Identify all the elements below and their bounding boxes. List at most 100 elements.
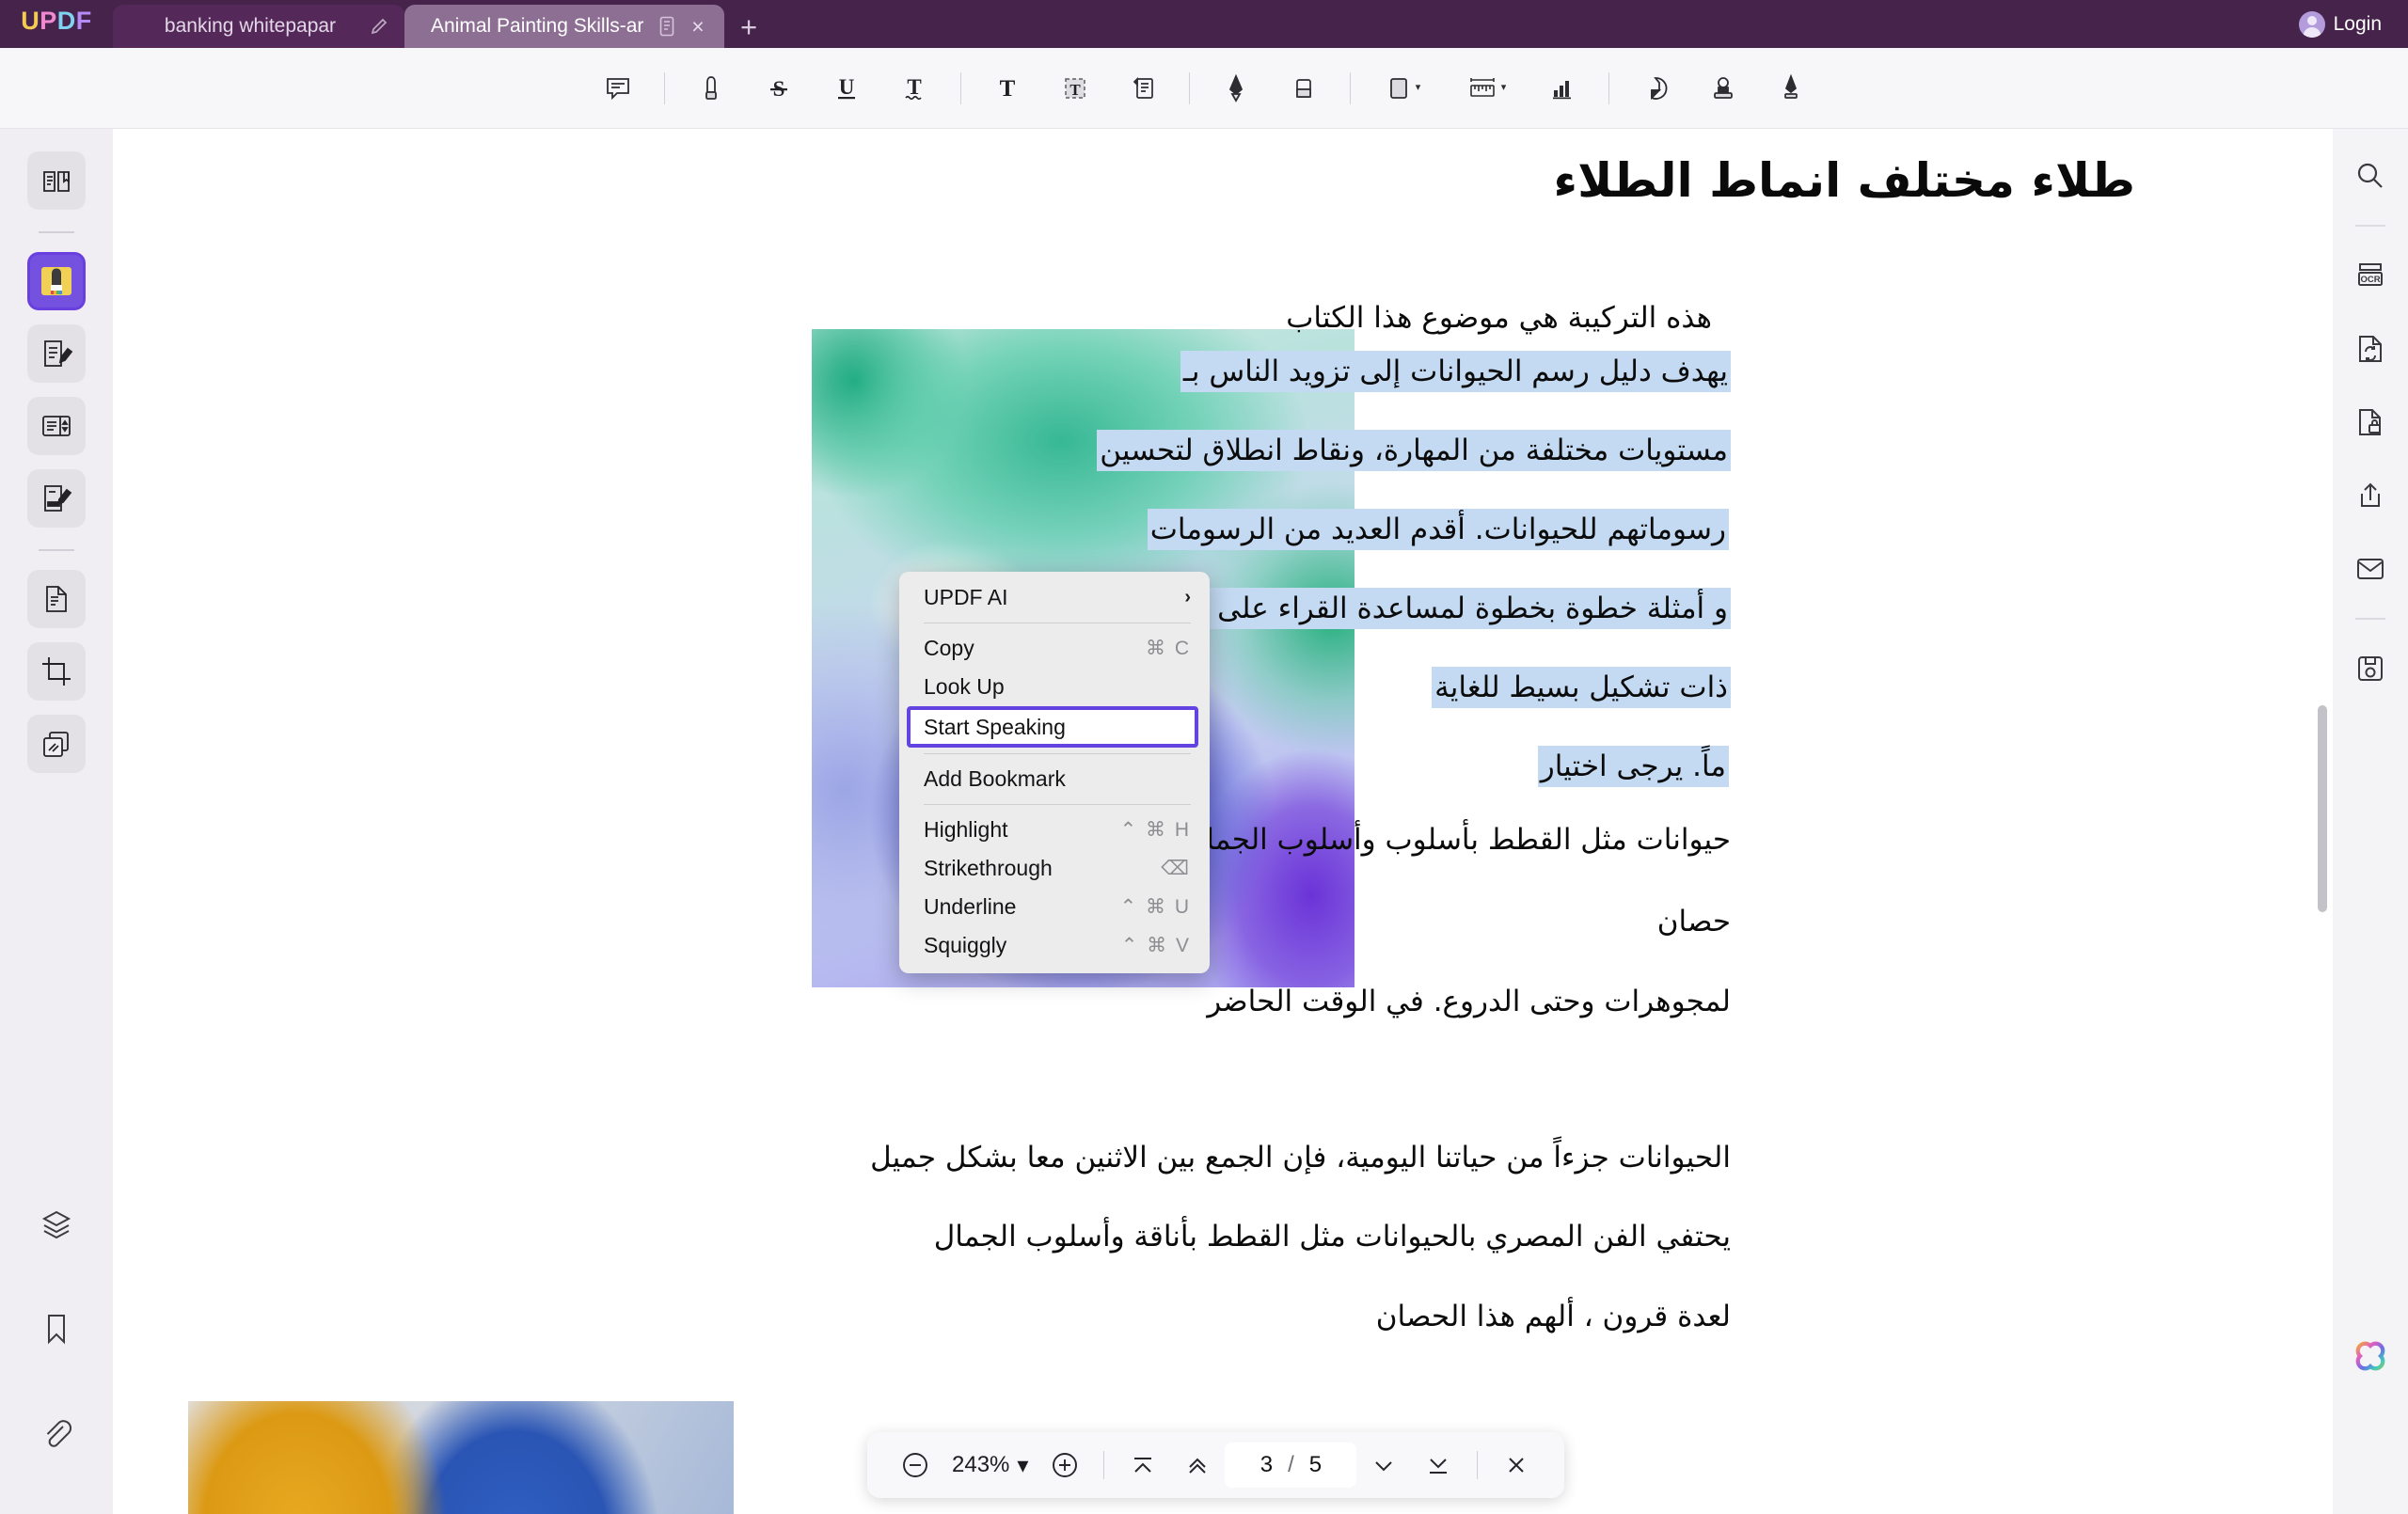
sticker-icon[interactable]	[1628, 61, 1683, 116]
sidebar-item-edit-pdf[interactable]	[27, 324, 86, 383]
pencil-icon[interactable]	[367, 14, 391, 39]
sidebar-item-fill-sign[interactable]	[27, 469, 86, 528]
chevron-down-icon: ▾	[1500, 82, 1507, 93]
sidebar-item-organize-pages[interactable]	[27, 397, 86, 455]
supplies-photo-image	[188, 1401, 734, 1514]
protect-icon[interactable]	[2344, 396, 2397, 449]
context-menu-item-updf-ai[interactable]: UPDF AI ›	[899, 578, 1210, 617]
svg-text:U: U	[838, 75, 854, 99]
zoom-level-value: 243%	[952, 1452, 1010, 1477]
chevron-right-icon: ›	[1184, 587, 1191, 607]
tab-animal-painting-skills-ar[interactable]: Animal Painting Skills-ar ×	[404, 5, 724, 48]
zoom-level-dropdown[interactable]: 243% ▾	[943, 1452, 1038, 1479]
zoom-in-button[interactable]	[1043, 1443, 1086, 1487]
divider	[1477, 1451, 1479, 1479]
save-icon[interactable]	[2344, 642, 2397, 695]
divider	[959, 71, 961, 104]
doc-line: حصان	[1656, 905, 1731, 938]
page-separator: /	[1288, 1452, 1294, 1477]
menu-divider	[924, 753, 1191, 754]
menu-item-shortcut: ⌃ ⌘ U	[1119, 896, 1191, 918]
context-menu-item-strikethrough[interactable]: Strikethrough ⌫	[899, 849, 1210, 888]
context-menu-item-start-speaking[interactable]: Start Speaking	[907, 706, 1198, 748]
menu-item-label: UPDF AI	[924, 585, 1008, 609]
text-box-icon[interactable]: T	[1048, 61, 1102, 116]
pen-icon[interactable]	[1209, 61, 1263, 116]
menu-item-label: Highlight	[924, 817, 1008, 842]
page-number-field[interactable]: 3 / 5	[1225, 1443, 1357, 1488]
new-tab-button[interactable]: +	[724, 5, 773, 48]
shape-icon[interactable]: ▾	[1370, 61, 1439, 116]
annotation-toolbar: S U T T T	[0, 48, 2408, 129]
pdf-page: طلاء مختلف انماط الطلاء هذه التركيبة هي …	[132, 136, 2305, 1514]
eraser-icon[interactable]	[1276, 61, 1331, 116]
chart-icon[interactable]	[1535, 61, 1590, 116]
total-pages-value: 5	[1308, 1452, 1323, 1477]
login-label: Login	[2333, 13, 2382, 35]
layers-icon[interactable]	[27, 1195, 86, 1254]
measure-icon[interactable]: ▾	[1452, 61, 1522, 116]
context-menu-item-copy[interactable]: Copy ⌘ C	[899, 629, 1210, 668]
divider	[1608, 71, 1609, 104]
sidebar-item-annotate[interactable]	[27, 252, 86, 310]
close-icon[interactable]: ×	[685, 13, 711, 39]
document-viewport[interactable]: طلاء مختلف انماط الطلاء هذه التركيبة هي …	[113, 129, 2333, 1514]
menu-item-shortcut: ⌘ C	[1146, 638, 1191, 659]
menu-item-label: Strikethrough	[924, 856, 1053, 880]
highlighter-icon[interactable]	[684, 61, 738, 116]
context-menu-item-underline[interactable]: Underline ⌃ ⌘ U	[899, 888, 1210, 926]
sidebar-item-convert[interactable]	[27, 570, 86, 628]
sidebar-item-crop[interactable]	[27, 642, 86, 701]
first-page-button[interactable]	[1121, 1443, 1164, 1487]
tab-title: Animal Painting Skills-ar	[431, 15, 644, 37]
prev-page-button[interactable]	[1176, 1443, 1219, 1487]
squiggly-icon[interactable]: T	[887, 61, 942, 116]
doc-line: يهدف دليل رسم الحيوانات إلى تزويد الناس …	[1180, 351, 1731, 392]
sidebar-item-batch[interactable]	[27, 715, 86, 773]
document-heading: طلاء مختلف انماط الطلاء	[1553, 153, 2135, 208]
doc-line: ماً. يرجى اختيار	[1537, 746, 1729, 787]
left-sidebar-bottom	[0, 1195, 113, 1476]
stamp-icon[interactable]	[1696, 61, 1751, 116]
zoom-out-button[interactable]	[894, 1443, 937, 1487]
divider	[2355, 225, 2385, 227]
tab-banking-whitepapar[interactable]: banking whitepapar	[113, 5, 404, 48]
app-logo: UPDF	[21, 7, 92, 35]
divider	[663, 71, 665, 104]
underline-icon[interactable]: U	[819, 61, 874, 116]
ocr-icon[interactable]: OCR	[2344, 249, 2397, 302]
context-menu-item-look-up[interactable]: Look Up	[899, 668, 1210, 706]
doc-line: رسوماتهم للحيوانات. أقدم العديد من الرسو…	[1147, 509, 1729, 550]
share-icon[interactable]	[2344, 469, 2397, 522]
doc-line: لعدة قرون ، ألهم هذا الحصان	[1375, 1300, 1731, 1333]
doc-line: يحتفي الفن المصري بالحيوانات مثل القطط ب…	[933, 1220, 1731, 1254]
strikethrough-icon[interactable]: S	[752, 61, 806, 116]
close-navigation-button[interactable]	[1495, 1443, 1538, 1487]
comment-icon[interactable]	[591, 61, 645, 116]
bookmark-icon[interactable]	[27, 1300, 86, 1358]
login-button[interactable]: Login	[2289, 8, 2391, 41]
convert-icon[interactable]	[2344, 323, 2397, 375]
sidebar-item-reader[interactable]	[27, 151, 86, 210]
avatar	[2298, 11, 2325, 38]
svg-text:T: T	[1069, 81, 1081, 99]
context-menu-item-highlight[interactable]: Highlight ⌃ ⌘ H	[899, 811, 1210, 849]
email-icon[interactable]	[2344, 543, 2397, 595]
attachment-icon[interactable]	[27, 1404, 86, 1462]
current-page-value: 3	[1259, 1452, 1274, 1477]
doc-line: هذه التركيبة هي موضوع هذا الكتاب	[1286, 301, 1712, 335]
search-icon[interactable]	[2344, 150, 2397, 202]
divider	[1103, 1451, 1105, 1479]
context-menu-item-squiggly[interactable]: Squiggly ⌃ ⌘ V	[899, 926, 1210, 965]
last-page-button[interactable]	[1417, 1443, 1460, 1487]
sticky-note-icon[interactable]	[1116, 61, 1170, 116]
right-sidebar: OCR	[2333, 129, 2408, 1514]
menu-item-shortcut: ⌃ ⌘ H	[1119, 819, 1191, 841]
signature-icon[interactable]	[1764, 61, 1818, 116]
next-page-button[interactable]	[1362, 1443, 1405, 1487]
divider	[39, 231, 74, 233]
text-icon[interactable]: T	[980, 61, 1035, 116]
updf-ai-icon[interactable]	[2344, 1330, 2397, 1382]
context-menu-item-add-bookmark[interactable]: Add Bookmark	[899, 760, 1210, 798]
vertical-scrollbar[interactable]	[2318, 705, 2327, 912]
